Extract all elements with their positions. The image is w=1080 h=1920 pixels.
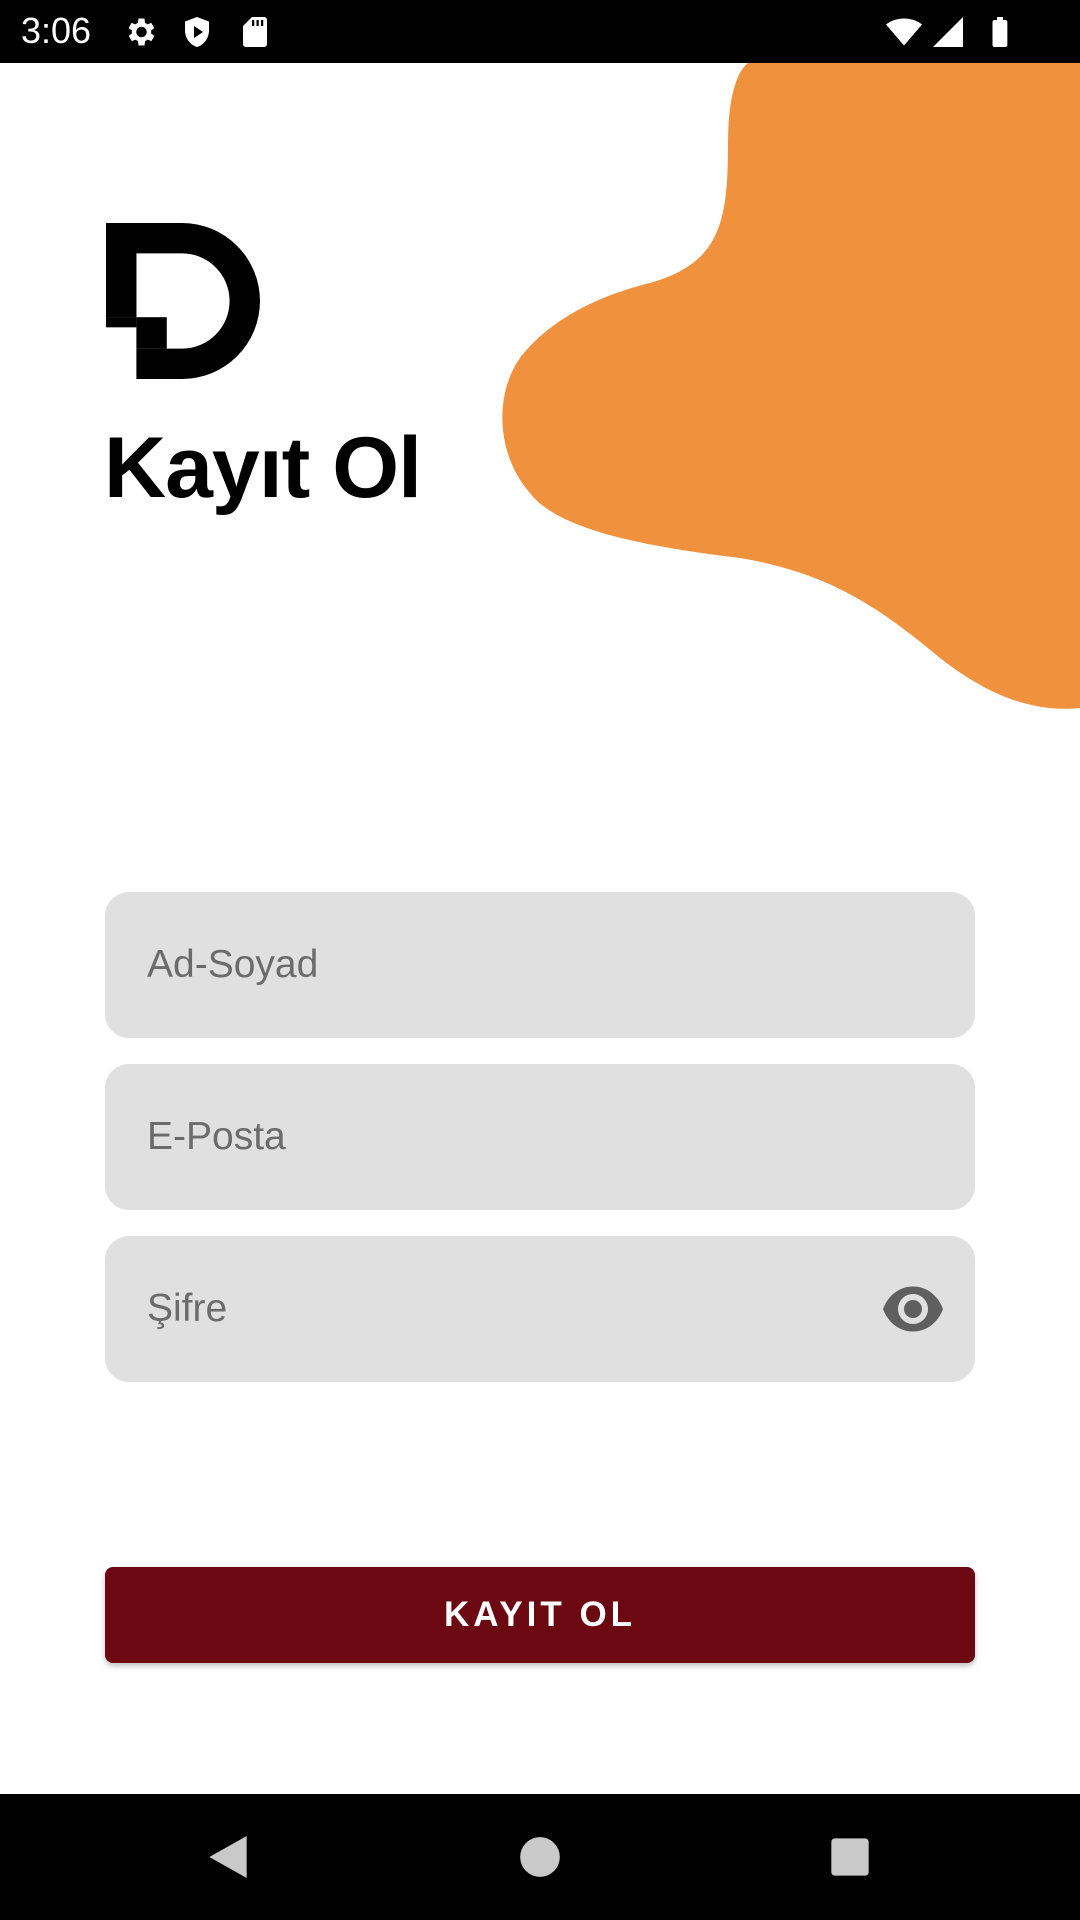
d-logo	[106, 223, 260, 379]
password-field[interactable]	[105, 1236, 975, 1382]
status-time: 3:06	[21, 10, 92, 51]
email-field[interactable]	[105, 1064, 975, 1210]
battery-icon	[992, 17, 1008, 47]
register-screen: Kayıt Ol KAYIT OL	[0, 63, 1080, 1794]
sd-card-icon	[243, 17, 267, 47]
home-icon[interactable]	[512, 1829, 568, 1885]
back-icon[interactable]	[200, 1829, 256, 1885]
page-title: Kayıt Ol	[104, 420, 422, 516]
wifi-icon	[886, 18, 922, 46]
recents-icon[interactable]	[822, 1829, 878, 1885]
status-bar: 3:06	[0, 0, 1080, 63]
email-input[interactable]	[147, 1064, 847, 1210]
password-input[interactable]	[147, 1236, 847, 1382]
eye-icon[interactable]	[883, 1286, 943, 1332]
name-field[interactable]	[105, 892, 975, 1038]
signal-icon	[933, 17, 963, 47]
gear-icon	[128, 18, 155, 46]
name-input[interactable]	[147, 892, 847, 1038]
navigation-bar	[0, 1794, 1080, 1920]
register-button[interactable]: KAYIT OL	[105, 1567, 975, 1663]
shield-play-icon	[185, 17, 209, 47]
